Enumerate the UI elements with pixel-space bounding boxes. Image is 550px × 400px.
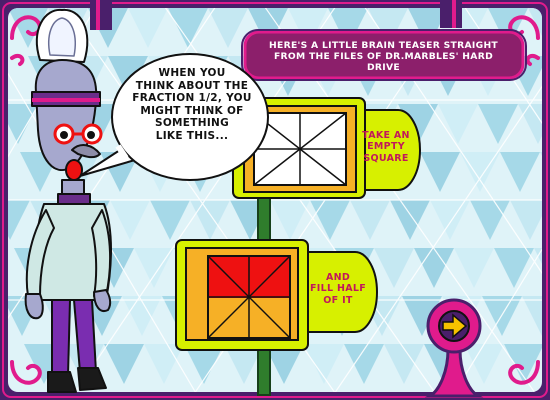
speech-line: WHEN YOU xyxy=(158,67,226,79)
step1-line: TAKE AN xyxy=(362,130,410,141)
step1-line: SQUARE xyxy=(363,152,409,164)
banner-line: FROM THE FILES OF DR.MARBLES' HARD DRIVE xyxy=(273,51,493,74)
step2-line: AND xyxy=(325,272,351,283)
speech-bubble-text: WHEN YOU THINK ABOUT THE FRACTION 1/2, Y… xyxy=(128,67,256,143)
speech-line: LIKE THIS... xyxy=(155,129,229,142)
speech-line: MIGHT THINK OF xyxy=(140,104,244,117)
banner-line: HERE'S A LITTLE BRAIN TEASER STRAIGHT xyxy=(269,40,498,51)
speech-line: FRACTION 1/2, YOU xyxy=(132,92,252,105)
banner-text: HERE'S A LITTLE BRAIN TEASER STRAIGHT FR… xyxy=(256,40,511,73)
step1-label: TAKE AN EMPTY SQUARE xyxy=(356,130,416,164)
next-arrow-button[interactable] xyxy=(432,306,476,350)
speech-line: THINK ABOUT THE xyxy=(135,79,249,92)
game-screen: WHEN YOU THINK ABOUT THE FRACTION 1/2, Y… xyxy=(0,0,550,400)
step1-line: EMPTY xyxy=(367,141,405,153)
step2-label: AND FILL HALF OF IT xyxy=(308,272,368,306)
step2-line: FILL HALF xyxy=(310,283,366,295)
step2-line: OF IT xyxy=(323,294,353,306)
speech-line: SOMETHING xyxy=(154,117,230,130)
